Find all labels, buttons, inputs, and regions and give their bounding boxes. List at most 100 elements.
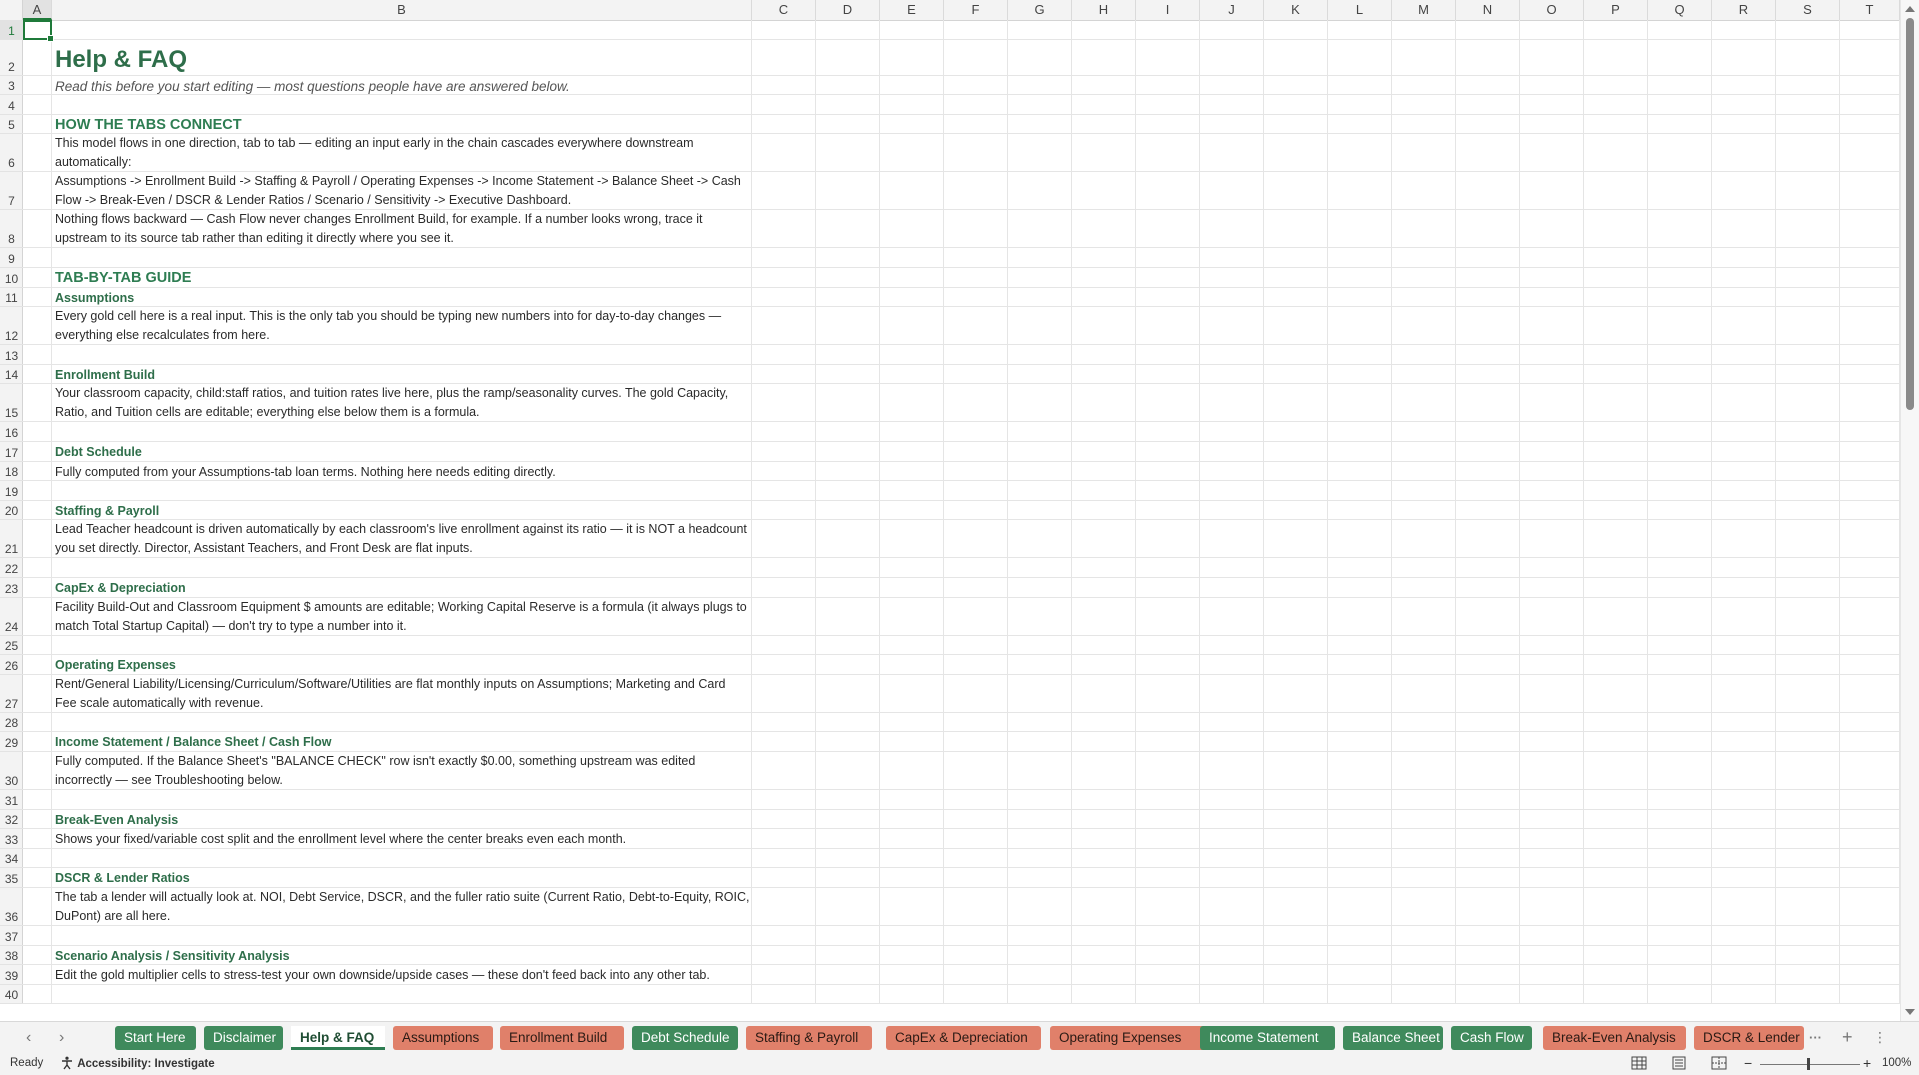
sheet-tab-dscr-lender[interactable]: DSCR & Lender: [1694, 1026, 1804, 1050]
row-header-30[interactable]: 30: [0, 752, 23, 790]
column-header-i[interactable]: I: [1136, 0, 1200, 20]
row-header-5[interactable]: 5: [0, 115, 23, 135]
sheet-options-icon[interactable]: ⋮: [1873, 1029, 1887, 1046]
guide-text-b21[interactable]: Lead Teacher headcount is driven automat…: [55, 520, 750, 558]
row-header-3[interactable]: 3: [0, 76, 23, 96]
row-header-1[interactable]: 1: [0, 20, 23, 40]
tab-guide-heading-b38[interactable]: Scenario Analysis / Sensitivity Analysis: [55, 947, 750, 966]
tab-guide-heading-b29[interactable]: Income Statement / Balance Sheet / Cash …: [55, 733, 750, 752]
column-header-a[interactable]: A: [23, 0, 52, 20]
sheet-tab-debt-schedule[interactable]: Debt Schedule: [632, 1026, 738, 1050]
tab-guide-heading-b14[interactable]: Enrollment Build: [55, 366, 750, 385]
column-header-c[interactable]: C: [752, 0, 816, 20]
row-header-34[interactable]: 34: [0, 849, 23, 869]
guide-text-b33[interactable]: Shows your fixed/variable cost split and…: [55, 830, 750, 849]
column-header-e[interactable]: E: [880, 0, 944, 20]
sheet-tab-break-even-analysis[interactable]: Break-Even Analysis: [1543, 1026, 1686, 1050]
row-header-2[interactable]: 2: [0, 40, 23, 76]
guide-text-b39[interactable]: Edit the gold multiplier cells to stress…: [55, 966, 750, 985]
page-break-preview-icon[interactable]: [1711, 1056, 1727, 1073]
row-header-14[interactable]: 14: [0, 365, 23, 385]
row-header-25[interactable]: 25: [0, 636, 23, 656]
sheet-tab-capex-depreciation[interactable]: CapEx & Depreciation: [886, 1026, 1041, 1050]
guide-text-b24[interactable]: Facility Build-Out and Classroom Equipme…: [55, 598, 750, 636]
row-header-13[interactable]: 13: [0, 345, 23, 365]
tab-guide-heading-b32[interactable]: Break-Even Analysis: [55, 811, 750, 830]
guide-text-b12[interactable]: Every gold cell here is a real input. Th…: [55, 307, 750, 345]
column-header-m[interactable]: M: [1392, 0, 1456, 20]
row-header-28[interactable]: 28: [0, 713, 23, 733]
tab-guide-heading-b26[interactable]: Operating Expenses: [55, 656, 750, 675]
zoom-slider[interactable]: [1760, 1058, 1860, 1070]
select-all-corner[interactable]: [0, 0, 23, 20]
sheet-tab-enrollment-build[interactable]: Enrollment Build: [500, 1026, 624, 1050]
active-cell-a1[interactable]: [23, 20, 54, 42]
guide-text-b6[interactable]: This model flows in one direction, tab t…: [55, 134, 750, 172]
sheet-tab-start-here[interactable]: Start Here: [115, 1026, 196, 1050]
tab-guide-heading-b17[interactable]: Debt Schedule: [55, 443, 750, 462]
section-heading-b10[interactable]: TAB-BY-TAB GUIDE: [55, 269, 750, 288]
zoom-in-button[interactable]: +: [1863, 1055, 1871, 1071]
scroll-up-arrow-icon[interactable]: [1905, 6, 1915, 12]
row-header-19[interactable]: 19: [0, 481, 23, 501]
row-header-8[interactable]: 8: [0, 210, 23, 249]
guide-text-b30[interactable]: Fully computed. If the Balance Sheet's "…: [55, 752, 750, 790]
row-header-26[interactable]: 26: [0, 655, 23, 675]
sheet-tab-disclaimer[interactable]: Disclaimer: [204, 1026, 283, 1050]
section-heading-b5[interactable]: HOW THE TABS CONNECT: [55, 116, 750, 135]
vertical-scrollbar[interactable]: [1900, 0, 1919, 1021]
row-header-24[interactable]: 24: [0, 598, 23, 636]
sheet-tab-income-statement[interactable]: Income Statement: [1200, 1026, 1335, 1050]
tab-guide-heading-b35[interactable]: DSCR & Lender Ratios: [55, 869, 750, 888]
column-header-l[interactable]: L: [1328, 0, 1392, 20]
row-header-31[interactable]: 31: [0, 790, 23, 810]
row-header-22[interactable]: 22: [0, 558, 23, 578]
guide-text-b36[interactable]: The tab a lender will actually look at. …: [55, 888, 750, 926]
sheet-tab-operating-expenses[interactable]: Operating Expenses: [1050, 1026, 1209, 1050]
page-layout-view-icon[interactable]: [1671, 1056, 1687, 1073]
tab-guide-heading-b11[interactable]: Assumptions: [55, 289, 750, 308]
sheet-tab-balance-sheet[interactable]: Balance Sheet: [1343, 1026, 1443, 1050]
column-header-h[interactable]: H: [1072, 0, 1136, 20]
column-header-p[interactable]: P: [1584, 0, 1648, 20]
accessibility-checker[interactable]: Accessibility: Investigate: [60, 1056, 215, 1070]
page-title-b2[interactable]: Help & FAQ: [55, 46, 750, 74]
zoom-level[interactable]: 100%: [1882, 1057, 1911, 1069]
row-header-10[interactable]: 10: [0, 268, 23, 288]
row-header-27[interactable]: 27: [0, 675, 23, 713]
sheet-tab-cash-flow[interactable]: Cash Flow: [1451, 1026, 1532, 1050]
scroll-down-arrow-icon[interactable]: [1905, 1009, 1915, 1015]
column-header-d[interactable]: D: [816, 0, 880, 20]
row-header-20[interactable]: 20: [0, 501, 23, 521]
column-header-r[interactable]: R: [1712, 0, 1776, 20]
row-header-7[interactable]: 7: [0, 172, 23, 211]
column-header-t[interactable]: T: [1840, 0, 1900, 20]
scrollbar-thumb[interactable]: [1906, 18, 1914, 410]
next-sheet-icon[interactable]: ›: [59, 1029, 64, 1047]
column-header-o[interactable]: O: [1520, 0, 1584, 20]
column-header-b[interactable]: B: [52, 0, 752, 20]
prev-sheet-icon[interactable]: ‹: [26, 1029, 31, 1047]
guide-text-b7[interactable]: Assumptions -> Enrollment Build -> Staff…: [55, 172, 750, 210]
row-header-29[interactable]: 29: [0, 732, 23, 752]
normal-view-icon[interactable]: [1631, 1056, 1647, 1073]
row-header-32[interactable]: 32: [0, 810, 23, 830]
row-header-23[interactable]: 23: [0, 578, 23, 598]
page-subtitle-b3[interactable]: Read this before you start editing — mos…: [55, 77, 750, 96]
column-header-q[interactable]: Q: [1648, 0, 1712, 20]
add-sheet-icon[interactable]: +: [1842, 1027, 1853, 1048]
row-header-12[interactable]: 12: [0, 307, 23, 346]
row-header-4[interactable]: 4: [0, 95, 23, 115]
row-header-17[interactable]: 17: [0, 442, 23, 462]
row-header-37[interactable]: 37: [0, 926, 23, 946]
row-header-38[interactable]: 38: [0, 946, 23, 966]
column-header-j[interactable]: J: [1200, 0, 1264, 20]
row-header-11[interactable]: 11: [0, 288, 23, 308]
guide-text-b18[interactable]: Fully computed from your Assumptions-tab…: [55, 463, 750, 482]
row-header-21[interactable]: 21: [0, 520, 23, 559]
column-header-k[interactable]: K: [1264, 0, 1328, 20]
guide-text-b15[interactable]: Your classroom capacity, child:staff rat…: [55, 384, 750, 422]
sheet-tab-staffing-payroll[interactable]: Staffing & Payroll: [746, 1026, 872, 1050]
zoom-slider-thumb[interactable]: [1807, 1058, 1810, 1070]
column-header-g[interactable]: G: [1008, 0, 1072, 20]
